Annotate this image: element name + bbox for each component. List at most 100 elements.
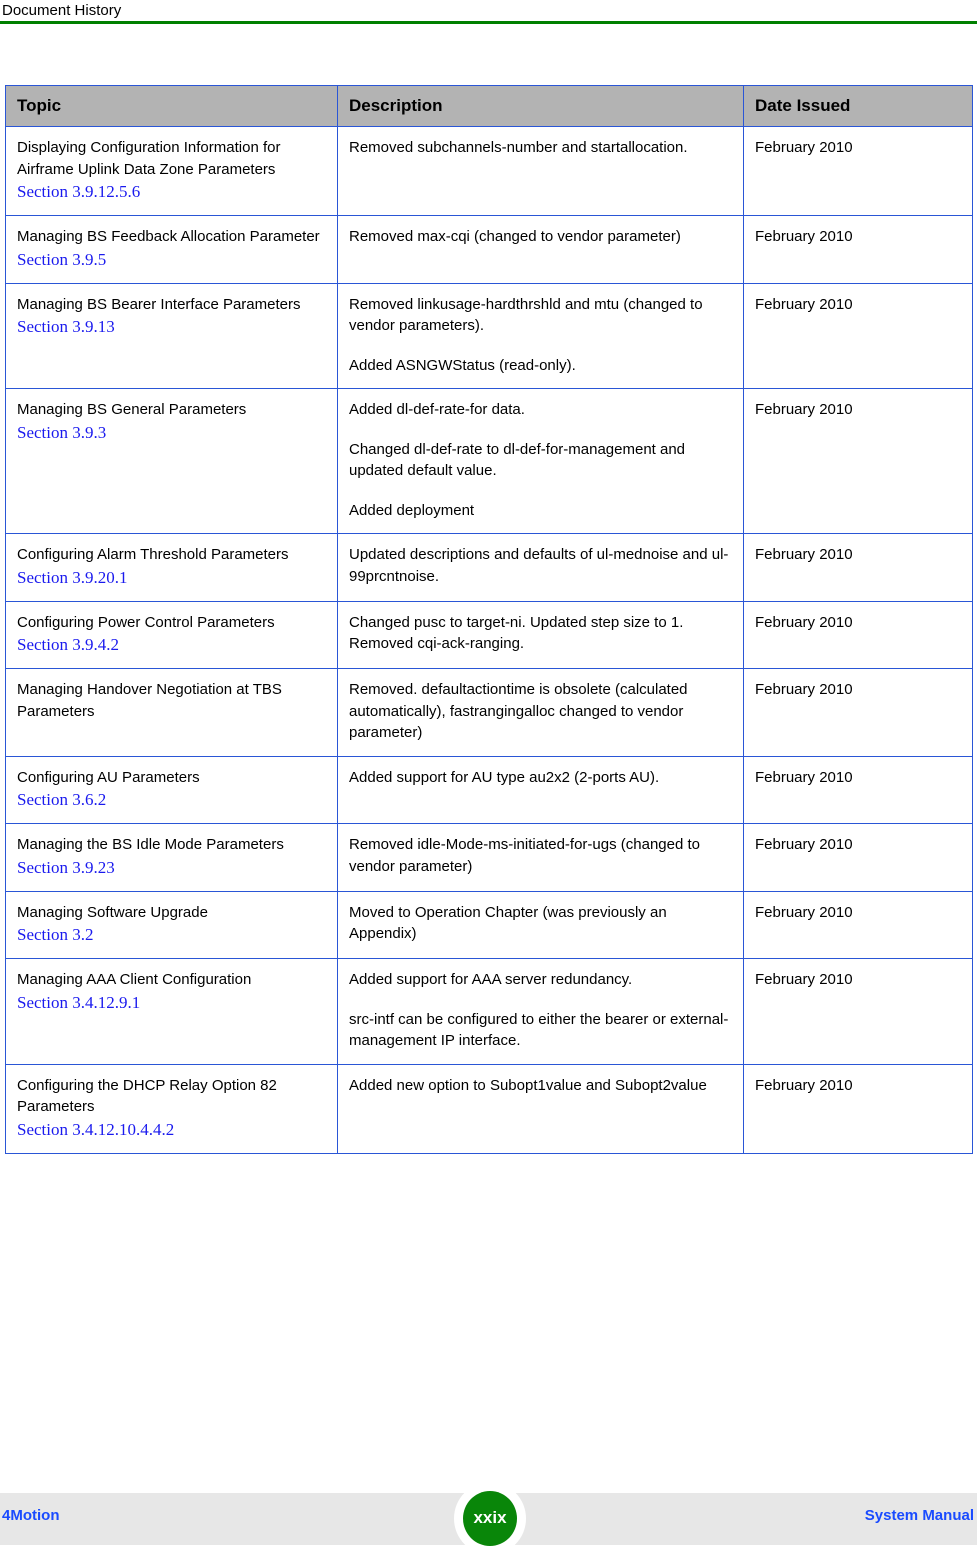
table-row: Configuring the DHCP Relay Option 82 Par…	[5, 1063, 973, 1154]
cell-topic: Managing Software Upgrade Section 3.2	[5, 890, 338, 959]
cell-description: Added support for AAA server redundancy.…	[337, 958, 744, 1065]
cell-description: Removed. defaultactiontime is obsolete (…	[337, 668, 744, 757]
topic-text: Managing BS General Parameters	[17, 401, 247, 418]
table-row: Managing BS Bearer Interface Parameters S…	[5, 282, 973, 389]
cell-date-issued: February 2010	[743, 388, 973, 534]
description-paragraph: Added dl-def-rate-for data.	[349, 401, 525, 418]
column-header-date-issued: Date Issued	[743, 85, 973, 127]
page-title: Document History	[2, 2, 122, 19]
table-row: Managing Software Upgrade Section 3.2 Move…	[5, 890, 973, 959]
date-text: February 2010	[755, 1076, 853, 1094]
description-paragraph: Updated descriptions and defaults of ul-…	[349, 546, 729, 585]
topic-text: Managing BS Feedback Allocation Paramete…	[17, 228, 320, 245]
cell-description: Removed max-cqi (changed to vendor param…	[337, 215, 744, 284]
cell-description: Removed subchannels-number and startallo…	[337, 126, 744, 216]
section-link[interactable]: Section 3.4.12.9.1	[17, 992, 326, 1014]
topic-text: Configuring AU Parameters	[17, 768, 200, 786]
cell-description: Removed linkusage-hardthrshld and mtu (c…	[337, 282, 744, 389]
description-paragraph: Added support for AAA server redundancy.	[349, 971, 633, 988]
topic-text: Displaying Configuration Information for…	[17, 139, 281, 178]
date-text: February 2010	[755, 836, 853, 853]
cell-topic: Managing the BS Idle Mode Parameters Sect…	[5, 823, 338, 892]
cell-description: Removed idle-Mode-ms-initiated-for-ugs (…	[337, 823, 744, 892]
topic-text: Configuring the DHCP Relay Option 82 Par…	[17, 1076, 277, 1116]
date-text: February 2010	[755, 613, 853, 631]
cell-description: Updated descriptions and defaults of ul-…	[337, 533, 744, 602]
topic-text: Managing Handover Negotiation at TBS Par…	[17, 681, 282, 720]
section-link[interactable]: Section 3.9.3	[17, 422, 326, 444]
footer-document-name[interactable]: System Manual	[865, 1507, 974, 1524]
description-paragraph: src-intf can be configured to either the…	[349, 1010, 729, 1050]
page-footer: 4Motion xxix System Manual	[0, 1482, 977, 1555]
description-paragraph: Removed max-cqi (changed to vendor param…	[349, 228, 681, 245]
section-link[interactable]: Section 3.9.23	[17, 857, 326, 879]
section-link[interactable]: Section 3.9.20.1	[17, 567, 326, 589]
cell-date-issued: February 2010	[743, 755, 973, 824]
table-row: Configuring Power Control Parameters Sect…	[5, 600, 973, 669]
date-text: February 2010	[755, 401, 853, 418]
section-link[interactable]: Section 3.9.13	[17, 316, 326, 338]
date-text: February 2010	[755, 971, 853, 988]
cell-date-issued: February 2010	[743, 958, 973, 1065]
description-paragraph: Removed linkusage-hardthrshld and mtu (c…	[349, 295, 703, 335]
cell-date-issued: February 2010	[743, 533, 973, 602]
topic-text: Managing BS Bearer Interface Parameters	[17, 295, 301, 313]
table-row: Managing Handover Negotiation at TBS Par…	[5, 668, 973, 757]
table-header: Topic Description Date Issued	[5, 85, 973, 127]
description-paragraph: Moved to Operation Chapter (was previous…	[349, 903, 667, 943]
topic-text: Configuring Power Control Parameters	[17, 613, 275, 631]
description-paragraph: Removed idle-Mode-ms-initiated-for-ugs (…	[349, 836, 700, 875]
topic-text: Managing AAA Client Configuration	[17, 971, 252, 988]
cell-description: Added dl-def-rate-for data. Changed dl-de…	[337, 388, 744, 534]
cell-topic: Managing BS General Parameters Section 3.…	[5, 388, 338, 534]
table-row: Managing the BS Idle Mode Parameters Sect…	[5, 823, 973, 892]
section-link[interactable]: Section 3.9.12.5.6	[17, 181, 326, 203]
column-header-description: Description	[337, 85, 744, 127]
date-text: February 2010	[755, 546, 853, 563]
page-number-badge: xxix	[454, 1482, 526, 1555]
table-row: Displaying Configuration Information for…	[5, 126, 973, 216]
topic-text: Configuring Alarm Threshold Parameters	[17, 546, 289, 563]
cell-topic: Configuring the DHCP Relay Option 82 Par…	[5, 1063, 338, 1154]
section-link[interactable]: Section 3.6.2	[17, 789, 326, 811]
description-paragraph: Changed dl-def-rate to dl-def-for-manage…	[349, 440, 686, 480]
description-paragraph: Added deployment	[349, 501, 475, 519]
cell-description: Moved to Operation Chapter (was previous…	[337, 890, 744, 959]
document-history-table: Topic Description Date Issued Displaying…	[5, 85, 973, 1154]
cell-topic: Configuring Alarm Threshold Parameters Se…	[5, 533, 338, 602]
cell-description: Added support for AU type au2x2 (2-ports…	[337, 755, 744, 824]
cell-date-issued: February 2010	[743, 668, 973, 757]
cell-date-issued: February 2010	[743, 890, 973, 959]
date-text: February 2010	[755, 768, 853, 786]
cell-topic: Displaying Configuration Information for…	[5, 126, 338, 216]
section-link[interactable]: Section 3.4.12.10.4.4.2	[17, 1119, 326, 1141]
section-link[interactable]: Section 3.9.4.2	[17, 634, 326, 656]
description-paragraph: Removed subchannels-number and startallo…	[349, 139, 688, 156]
cell-topic: Managing AAA Client Configuration Section…	[5, 958, 338, 1065]
cell-date-issued: February 2010	[743, 600, 973, 669]
table-body: Displaying Configuration Information for…	[5, 126, 973, 1154]
date-text: February 2010	[755, 228, 853, 245]
date-text: February 2010	[755, 903, 853, 921]
topic-text: Managing the BS Idle Mode Parameters	[17, 836, 284, 853]
topic-text: Managing Software Upgrade	[17, 903, 208, 921]
cell-description: Changed pusc to target-ni. Updated step …	[337, 600, 744, 669]
header-rule	[0, 21, 977, 24]
table-row: Managing BS General Parameters Section 3.…	[5, 388, 973, 534]
description-paragraph: Removed. defaultactiontime is obsolete (…	[349, 681, 688, 741]
table-header-row: Topic Description Date Issued	[5, 85, 973, 127]
date-text: February 2010	[755, 681, 853, 698]
section-link[interactable]: Section 3.2	[17, 924, 326, 946]
footer-product-name[interactable]: 4Motion	[2, 1507, 60, 1524]
cell-topic: Configuring Power Control Parameters Sect…	[5, 600, 338, 669]
cell-date-issued: February 2010	[743, 215, 973, 284]
column-header-topic: Topic	[5, 85, 338, 127]
cell-topic: Configuring AU Parameters Section 3.6.2	[5, 755, 338, 824]
cell-date-issued: February 2010	[743, 282, 973, 389]
description-paragraph: Added support for AU type au2x2 (2-ports…	[349, 768, 660, 786]
description-paragraph: Added new option to Subopt1value and Sub…	[349, 1076, 707, 1094]
table-row: Managing AAA Client Configuration Section…	[5, 958, 973, 1065]
cell-date-issued: February 2010	[743, 823, 973, 892]
date-text: February 2010	[755, 139, 853, 156]
section-link[interactable]: Section 3.9.5	[17, 249, 326, 271]
